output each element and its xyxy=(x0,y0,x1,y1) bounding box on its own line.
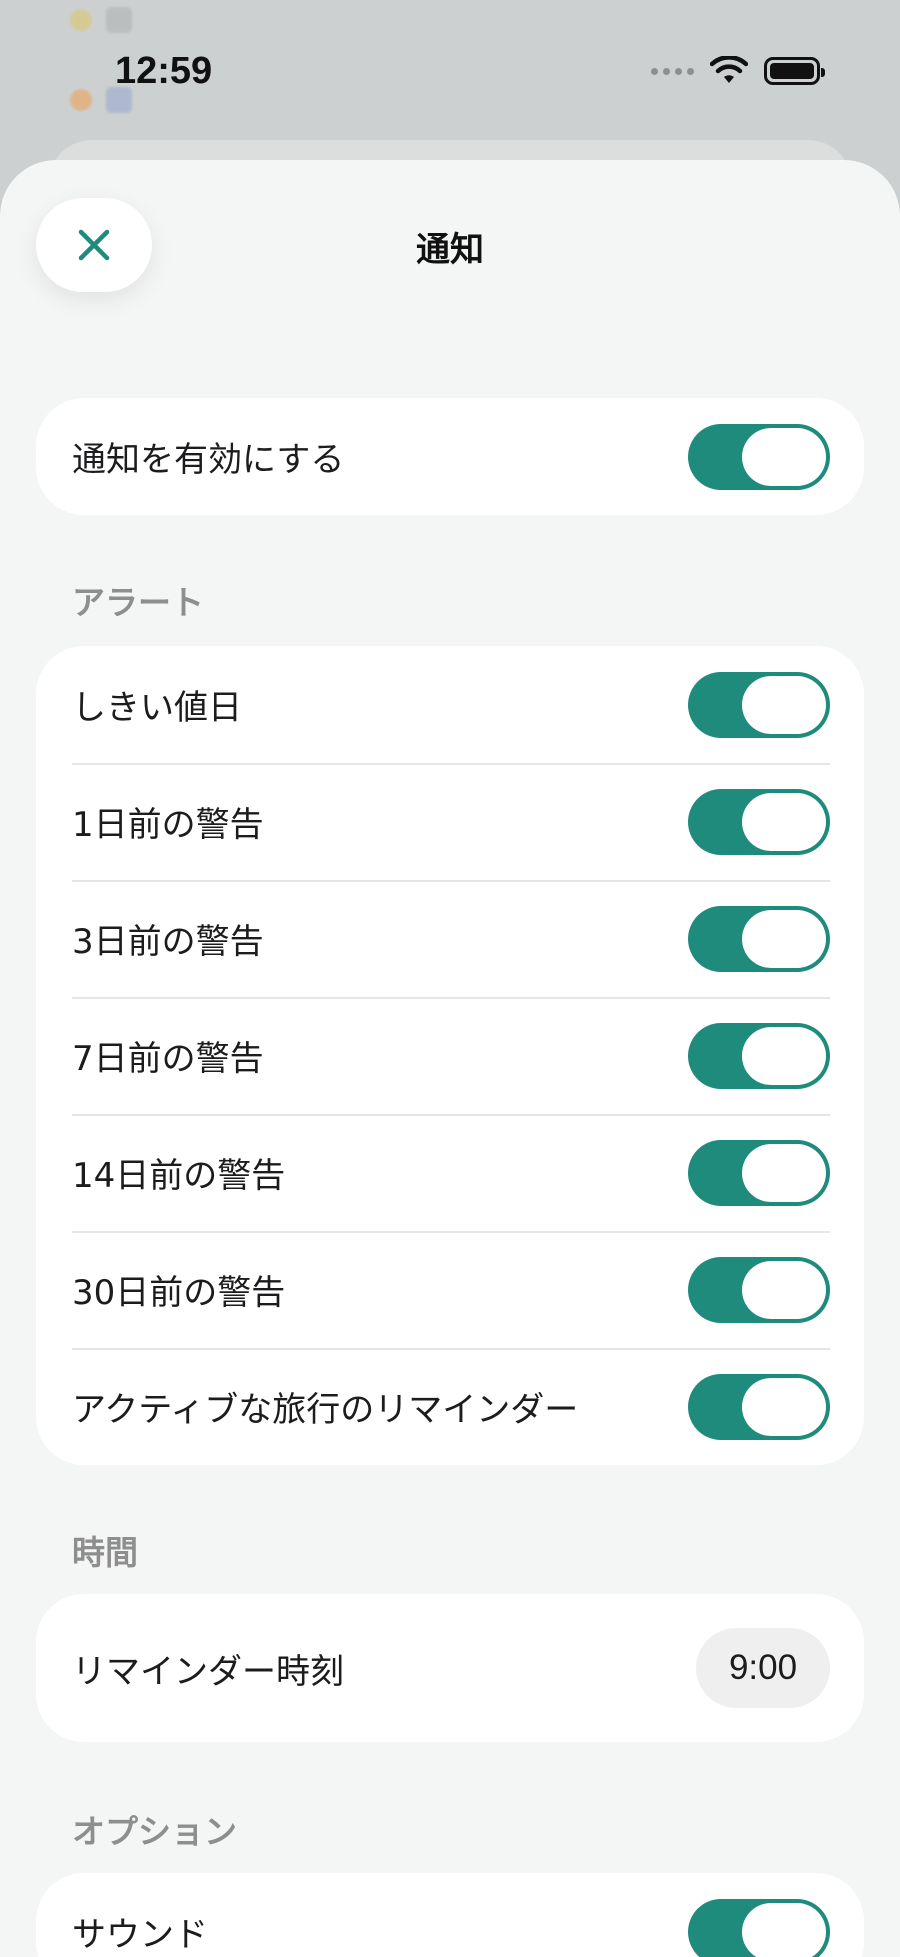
option-label: サウンド xyxy=(72,1915,208,1955)
reminder-time-row: リマインダー時刻 9:00 xyxy=(36,1594,864,1742)
alert-row-threshold: しきい値日 xyxy=(36,646,864,763)
alert-1day-toggle[interactable] xyxy=(688,788,830,855)
options-card: サウンド xyxy=(36,1873,864,1957)
alert-label: 30日前の警告 xyxy=(72,1273,286,1313)
alerts-card: しきい値日 1日前の警告 3日前の警告 7日前の警告 14日前の警告 30日前の… xyxy=(36,646,864,1465)
alert-3day-toggle[interactable] xyxy=(688,905,830,972)
time-card: リマインダー時刻 9:00 xyxy=(36,1594,864,1742)
alert-30day-toggle[interactable] xyxy=(688,1256,830,1323)
alerts-section-header: アラート xyxy=(72,583,204,622)
sheet-title: 通知 xyxy=(416,230,484,270)
options-section-header: オプション xyxy=(72,1812,237,1851)
enable-notifications-label: 通知を有効にする xyxy=(72,440,345,480)
alert-label: 3日前の警告 xyxy=(72,922,264,962)
reminder-time-picker[interactable]: 9:00 xyxy=(696,1628,830,1708)
alert-14day-toggle[interactable] xyxy=(688,1139,830,1206)
alert-label: 14日前の警告 xyxy=(72,1156,286,1196)
alert-row-30day: 30日前の警告 xyxy=(36,1231,864,1348)
alert-7day-toggle[interactable] xyxy=(688,1022,830,1089)
enable-notifications-card: 通知を有効にする xyxy=(36,398,864,515)
alert-row-14day: 14日前の警告 xyxy=(36,1114,864,1231)
signal-dots-icon xyxy=(651,67,694,75)
alert-row-7day: 7日前の警告 xyxy=(36,997,864,1114)
status-bar: 12:59 xyxy=(0,0,900,150)
enable-notifications-row: 通知を有効にする xyxy=(36,398,864,515)
battery-icon xyxy=(764,57,825,85)
alert-label: しきい値日 xyxy=(72,688,242,728)
alert-row-3day: 3日前の警告 xyxy=(36,880,864,997)
alert-label: 7日前の警告 xyxy=(72,1039,264,1079)
sound-toggle[interactable] xyxy=(688,1898,830,1957)
notifications-sheet: 通知 通知を有効にする アラート しきい値日 1日前の警告 3日前の警告 7日前… xyxy=(0,160,900,1957)
status-time: 12:59 xyxy=(115,50,213,92)
alert-label: 1日前の警告 xyxy=(72,805,264,845)
alert-label: アクティブな旅行のリマインダー xyxy=(72,1390,579,1430)
status-icons xyxy=(651,56,825,86)
option-row-sound: サウンド xyxy=(36,1873,864,1957)
alert-row-active-trip: アクティブな旅行のリマインダー xyxy=(36,1348,864,1465)
time-section-header: 時間 xyxy=(72,1533,138,1572)
reminder-time-label: リマインダー時刻 xyxy=(72,1651,344,1692)
alert-threshold-toggle[interactable] xyxy=(688,671,830,738)
wifi-icon xyxy=(710,56,748,83)
alert-row-1day: 1日前の警告 xyxy=(36,763,864,880)
enable-notifications-toggle[interactable] xyxy=(688,423,830,490)
alert-active-trip-toggle[interactable] xyxy=(688,1373,830,1440)
